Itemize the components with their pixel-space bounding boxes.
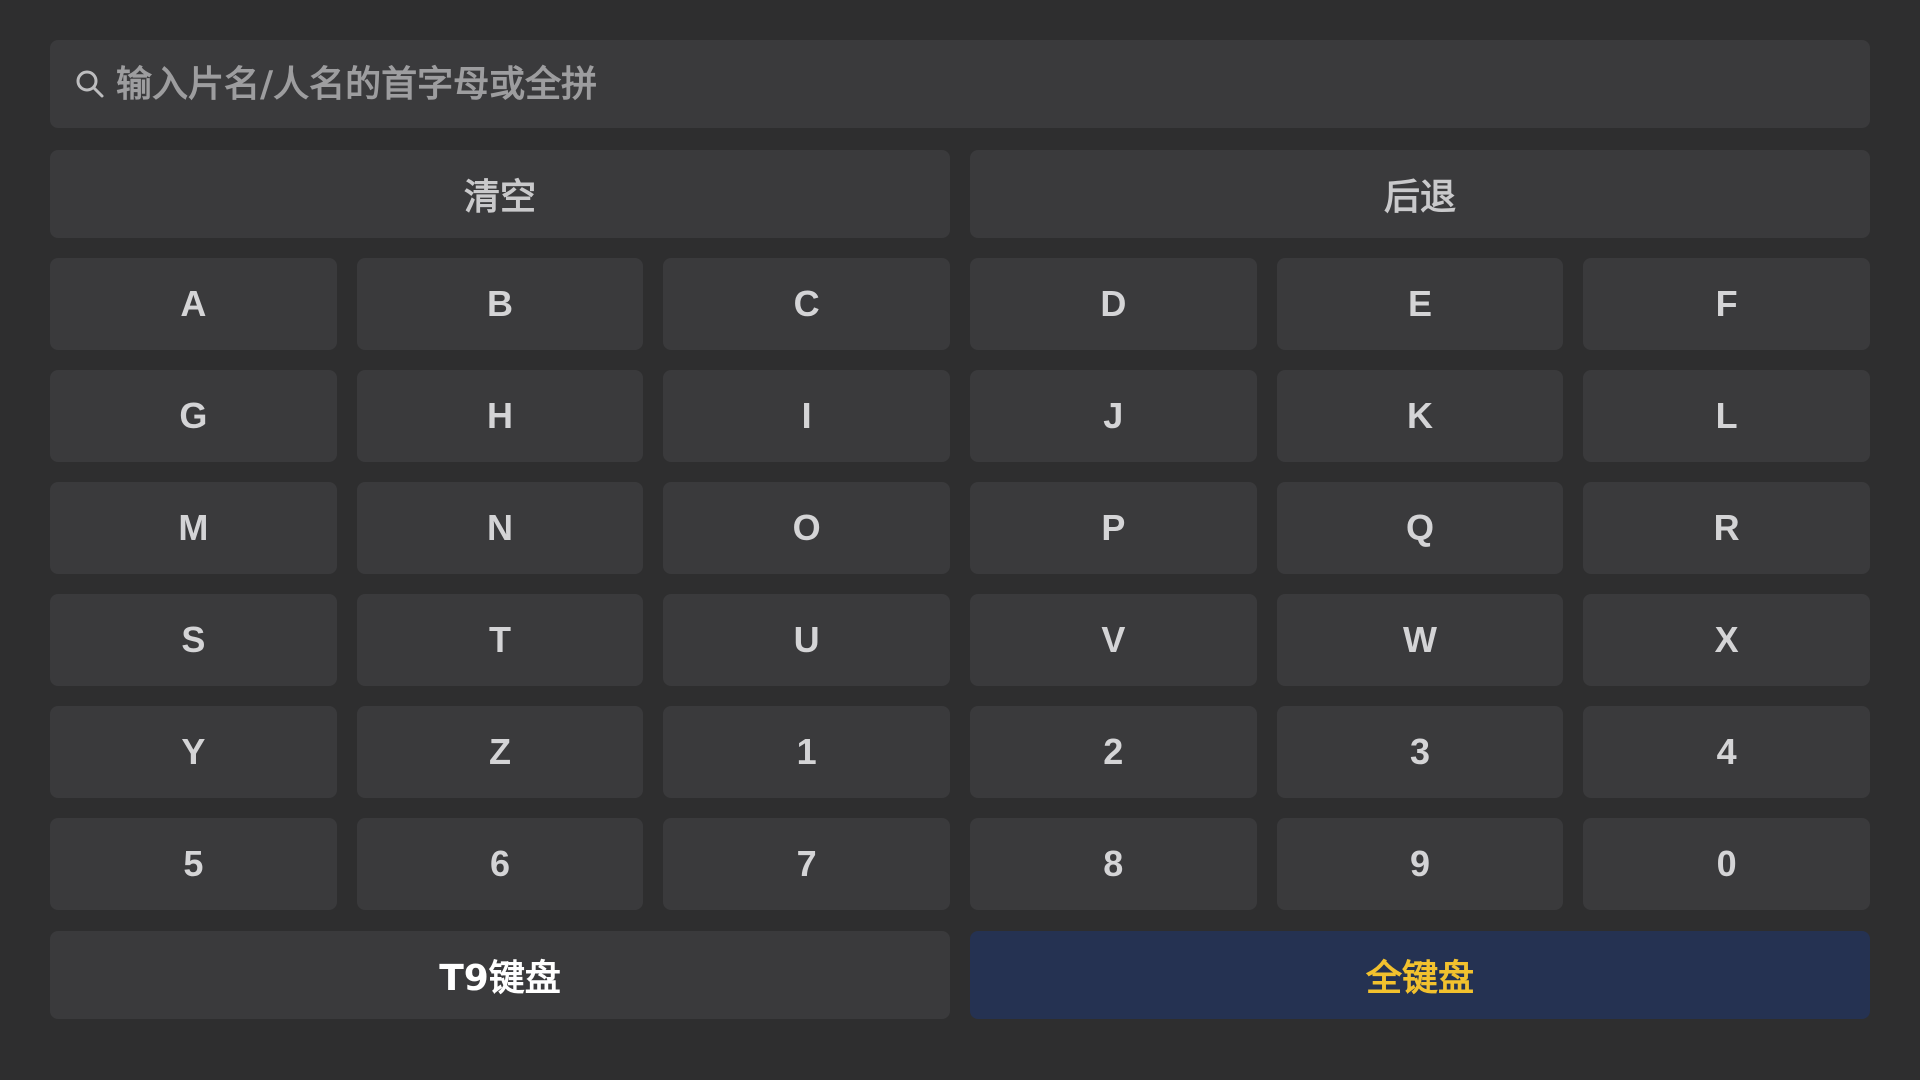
key-o[interactable]: O — [663, 482, 950, 574]
key-c[interactable]: C — [663, 258, 950, 350]
action-row: 清空 后退 — [50, 150, 1870, 238]
key-j[interactable]: J — [969, 370, 1257, 462]
search-bar[interactable] — [50, 40, 1870, 128]
key-5[interactable]: 5 — [50, 818, 337, 910]
search-icon — [74, 68, 106, 100]
key-k[interactable]: K — [1276, 370, 1564, 462]
key-q[interactable]: Q — [1276, 482, 1564, 574]
backspace-button[interactable]: 后退 — [970, 150, 1870, 238]
key-g[interactable]: G — [50, 370, 337, 462]
key-4[interactable]: 4 — [1583, 706, 1870, 798]
key-0[interactable]: 0 — [1583, 818, 1870, 910]
key-y[interactable]: Y — [50, 706, 337, 798]
key-f[interactable]: F — [1583, 258, 1870, 350]
key-x[interactable]: X — [1583, 594, 1870, 686]
keyboard-mode-row: T9键盘 全键盘 — [50, 931, 1870, 1019]
key-v[interactable]: V — [969, 594, 1257, 686]
key-d[interactable]: D — [969, 258, 1257, 350]
key-s[interactable]: S — [50, 594, 337, 686]
key-r[interactable]: R — [1583, 482, 1870, 574]
clear-button[interactable]: 清空 — [50, 150, 950, 238]
key-7[interactable]: 7 — [663, 818, 950, 910]
key-h[interactable]: H — [356, 370, 644, 462]
key-a[interactable]: A — [50, 258, 337, 350]
full-keyboard-button[interactable]: 全键盘 — [970, 931, 1870, 1019]
key-n[interactable]: N — [356, 482, 644, 574]
key-grid: A B C D E F G H I J K L M N O P Q R S T … — [50, 258, 1870, 910]
key-w[interactable]: W — [1276, 594, 1564, 686]
key-u[interactable]: U — [663, 594, 950, 686]
search-input[interactable] — [116, 40, 1870, 128]
t9-keyboard-button[interactable]: T9键盘 — [50, 931, 950, 1019]
key-b[interactable]: B — [356, 258, 644, 350]
key-3[interactable]: 3 — [1276, 706, 1564, 798]
key-i[interactable]: I — [663, 370, 950, 462]
key-6[interactable]: 6 — [356, 818, 644, 910]
key-1[interactable]: 1 — [663, 706, 950, 798]
key-t[interactable]: T — [356, 594, 644, 686]
key-8[interactable]: 8 — [969, 818, 1257, 910]
key-z[interactable]: Z — [356, 706, 644, 798]
key-p[interactable]: P — [969, 482, 1257, 574]
key-9[interactable]: 9 — [1276, 818, 1564, 910]
key-m[interactable]: M — [50, 482, 337, 574]
key-2[interactable]: 2 — [969, 706, 1257, 798]
key-e[interactable]: E — [1276, 258, 1564, 350]
key-l[interactable]: L — [1583, 370, 1870, 462]
